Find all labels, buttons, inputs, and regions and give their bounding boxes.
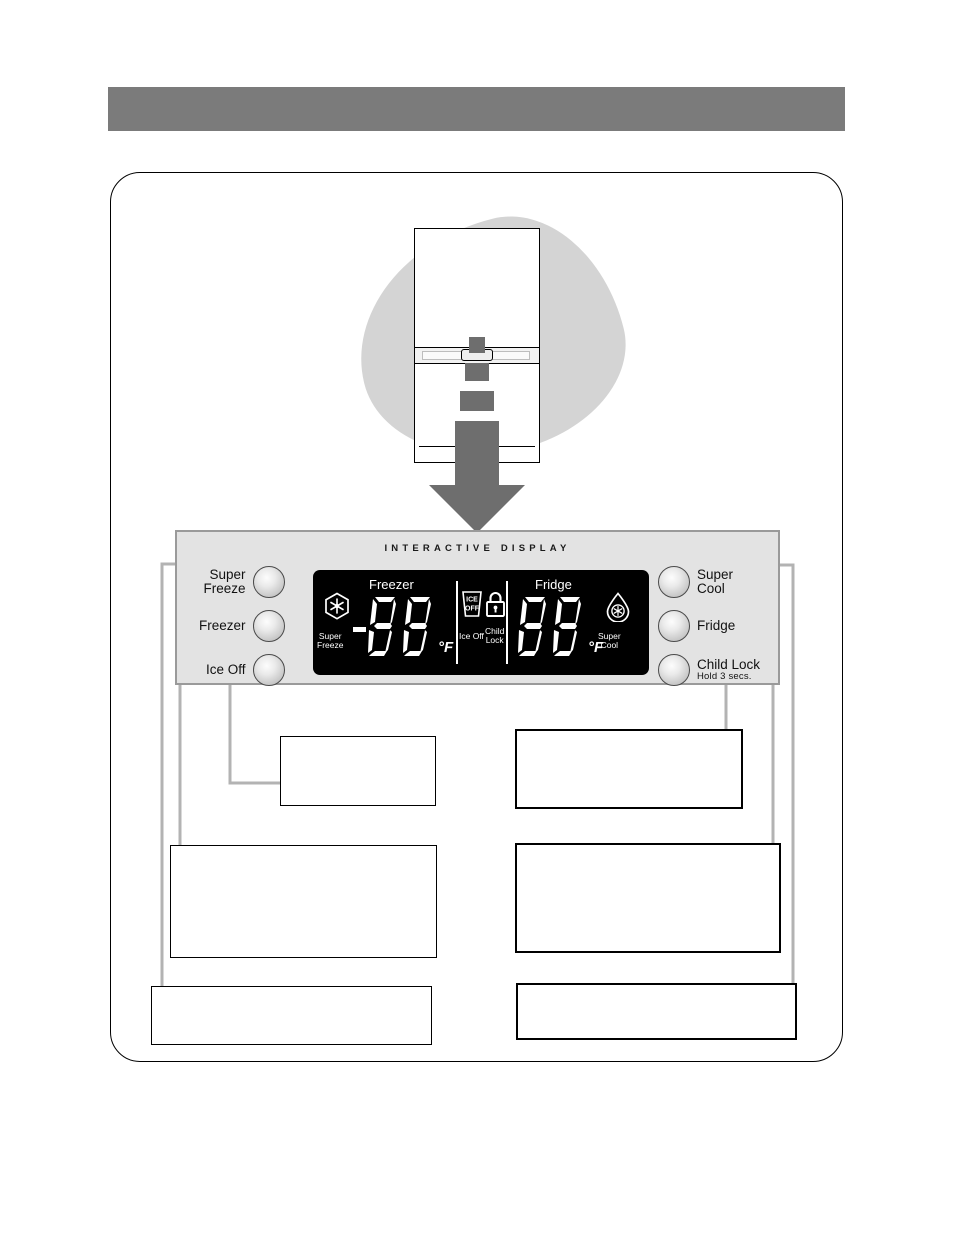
button-ice-off-label: Ice Off [205,661,246,677]
lcd-super-cool-caption: Super Cool [598,631,621,650]
button-fridge-label-line1: Fridge [696,617,736,633]
snowflake-hex-icon [324,592,350,626]
interactive-display-panel: INTERACTIVE DISPLAY Super Freeze Freezer… [175,530,780,686]
pointer-arrow-icon [345,335,635,540]
left-button-column: Super Freeze Freezer Ice Off [199,560,285,692]
padlock-icon [485,591,506,623]
lcd-freezer-zone-label: Freezer [369,577,414,592]
lcd-freezer-unit: °F [438,639,454,656]
button-fridge-label: Fridge [696,617,736,633]
callout-box-super-freeze [151,986,432,1045]
button-super-cool-dot[interactable] [657,566,690,598]
button-child-lock-dot[interactable] [657,654,690,686]
callout-box-fridge [515,843,781,953]
lcd-super-freeze-caption: Super Freeze [317,631,344,650]
button-super-freeze-label: Super Freeze [203,566,246,596]
button-super-cool[interactable]: Super Cool [657,560,733,604]
button-freezer-label-line1: Freezer [199,617,246,633]
button-super-freeze-label-line2: Freeze [203,581,246,596]
ice-off-cup-icon: ICE OFF [461,590,483,623]
svg-text:ICE: ICE [466,597,478,604]
button-fridge-dot[interactable] [657,610,690,642]
right-button-column: Super Cool Fridge Child Lock Hold 3 secs… [657,560,760,692]
lcd-divider-right [506,581,508,664]
callout-box-freezer [170,845,437,958]
lcd-fridge-readout: °F [518,596,603,658]
button-ice-off-label-line1: Ice Off [205,661,246,677]
button-super-cool-label: Super Cool [696,566,733,596]
lcd-divider-left [456,581,458,664]
lcd-freezer-readout: °F [353,596,453,658]
button-super-freeze-dot[interactable] [252,566,285,598]
button-child-lock-label-line1: Child Lock [696,656,760,672]
callout-box-super-cool-text [518,985,795,1001]
lcd-ice-off-caption: Ice Off [459,631,484,641]
lcd-fridge-digits [518,597,581,656]
callout-box-freezer-text [171,846,436,862]
lcd-super-cool-caption-line2: Cool [600,640,619,650]
header-band [108,87,845,131]
panel-title: INTERACTIVE DISPLAY [384,543,571,554]
freezer-compartment [415,229,539,348]
button-super-freeze-label-line1: Super [209,566,246,582]
lcd-super-freeze-caption-line2: Freeze [317,640,344,650]
lcd-screen: Freezer Super Freeze °F ICE OFF Ice Off … [313,570,649,675]
lcd-child-lock-caption-line2: Lock [485,635,504,645]
button-super-freeze[interactable]: Super Freeze [203,560,285,604]
refrigerator-illustration [333,194,646,535]
button-child-lock-hint: Hold 3 secs. [696,671,752,683]
button-ice-off[interactable]: Ice Off [206,648,285,692]
button-freezer[interactable]: Freezer [199,604,285,648]
button-fridge[interactable]: Fridge [657,604,736,648]
water-drop-snowflake-icon [605,592,631,627]
lcd-fridge-zone-label: Fridge [535,577,572,592]
button-freezer-dot[interactable] [252,610,285,642]
callout-box-super-freeze-text [152,987,431,1003]
svg-text:OFF: OFF [465,606,480,613]
manual-page: INTERACTIVE DISPLAY Super Freeze Freezer… [0,0,954,1235]
lcd-child-lock-caption: Child Lock [485,626,504,645]
callout-box-fridge-text [517,845,779,861]
callout-box-ice-off [280,736,436,806]
callout-box-child-lock [515,729,743,809]
button-super-cool-label-line1: Super [696,566,733,582]
callout-box-ice-off-text [281,737,435,753]
lcd-freezer-digits [368,597,431,656]
lcd-freezer-minus-sign [353,626,366,632]
callout-box-super-cool [516,983,797,1040]
button-ice-off-dot[interactable] [252,654,285,686]
button-child-lock-label: Child Lock Hold 3 secs. [696,656,760,683]
button-freezer-label: Freezer [199,617,246,633]
callout-box-child-lock-text [517,731,741,747]
button-child-lock[interactable]: Child Lock Hold 3 secs. [657,648,760,692]
button-super-cool-label-line2: Cool [696,581,725,596]
